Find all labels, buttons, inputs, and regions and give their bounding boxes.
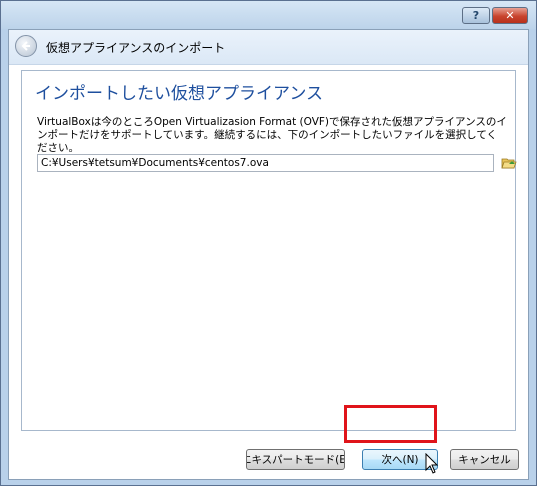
- help-icon[interactable]: ?: [462, 7, 490, 24]
- expert-mode-button[interactable]: エキスパートモード(E): [246, 449, 345, 470]
- title-bar: ? ✕: [1, 1, 536, 29]
- folder-open-icon[interactable]: [501, 155, 517, 171]
- title-bar-buttons: ? ✕: [462, 7, 528, 24]
- wizard-header: 仮想アプライアンスのインポート: [9, 30, 528, 65]
- dialog-title: 仮想アプライアンスのインポート: [46, 41, 226, 55]
- dialog-window: ? ✕ 仮想アプライアンスのインポート インポートしたい仮想アプライアンス Vi…: [0, 0, 537, 486]
- wizard-page: インポートしたい仮想アプライアンス VirtualBoxは今のところOpen V…: [21, 70, 517, 431]
- close-icon[interactable]: ✕: [492, 7, 528, 24]
- mouse-cursor-icon: [425, 452, 439, 479]
- page-heading: インポートしたい仮想アプライアンス: [35, 84, 323, 104]
- button-bar: エキスパートモード(E) 次へ(N) キャンセル: [9, 442, 528, 479]
- back-arrow-glyph: [21, 41, 30, 51]
- cancel-button[interactable]: キャンセル: [450, 449, 519, 470]
- page-description: VirtualBoxは今のところOpen Virtualizasion Form…: [37, 116, 507, 154]
- file-path-input[interactable]: [37, 154, 494, 172]
- next-button-highlight: [344, 405, 437, 443]
- dialog-client-area: 仮想アプライアンスのインポート インポートしたい仮想アプライアンス Virtua…: [8, 29, 529, 480]
- back-arrow-icon[interactable]: [15, 35, 37, 57]
